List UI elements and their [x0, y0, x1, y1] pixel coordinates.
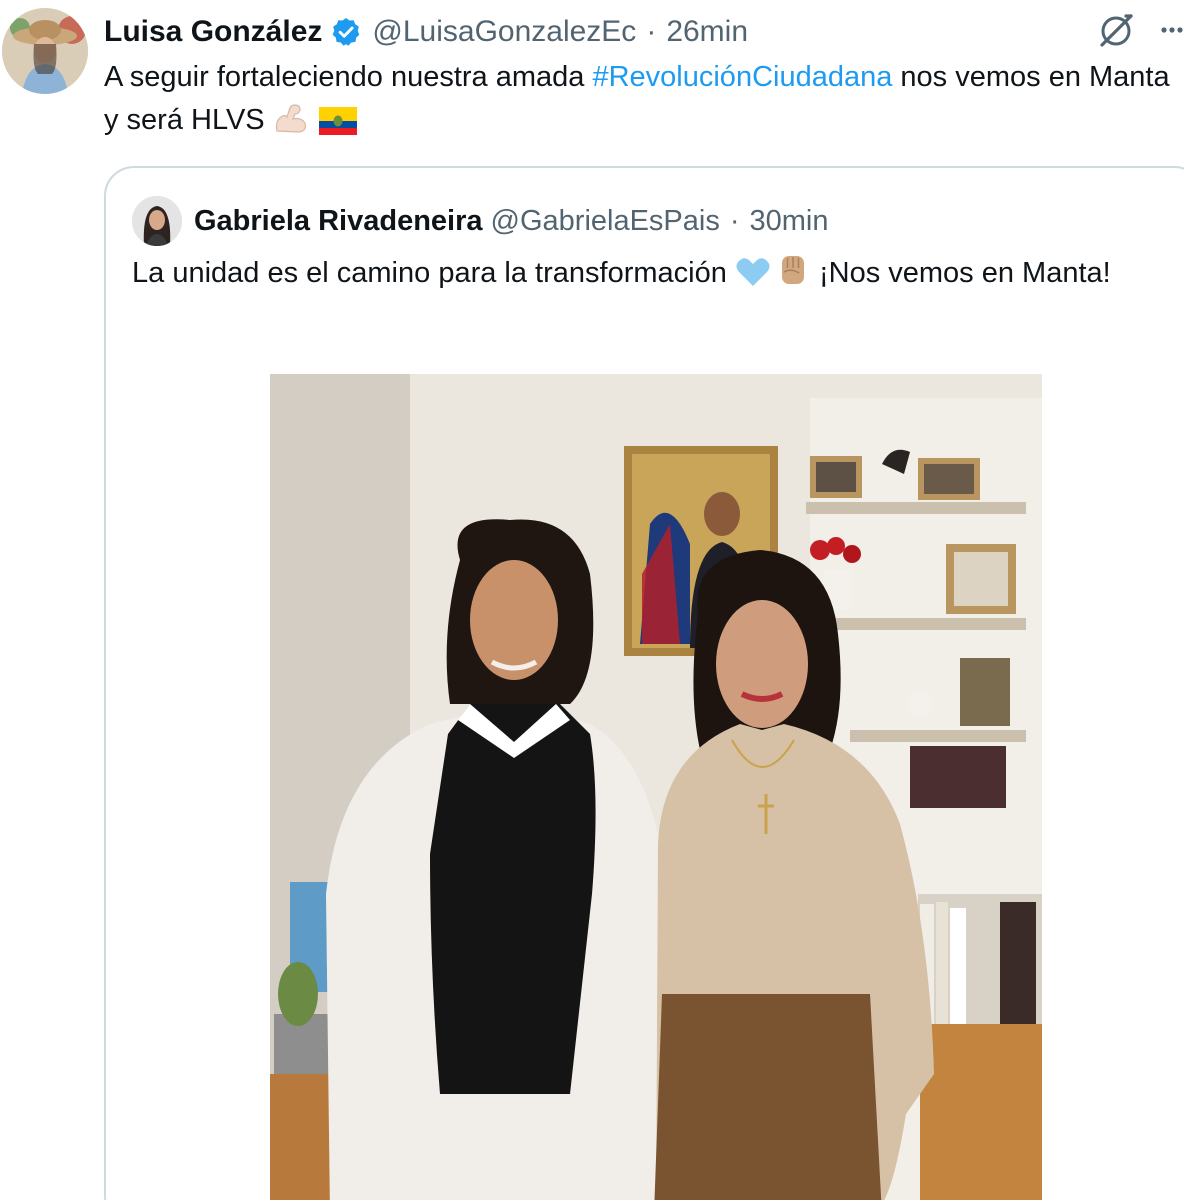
quoted-author-name[interactable]: Gabriela Rivadeneira — [194, 205, 483, 238]
tweet-timestamp[interactable]: 26min — [666, 15, 748, 49]
flexed-biceps-emoji — [273, 101, 309, 148]
quoted-text-part: La unidad es el camino para la transform… — [132, 257, 735, 289]
quoted-tweet-photo[interactable] — [270, 374, 1042, 1200]
tweet[interactable]: Luisa González @LuisaGonzalezEc · 26min — [0, 0, 1184, 1200]
quoted-tweet-timestamp[interactable]: 30min — [750, 205, 829, 238]
tweet-header: Luisa González @LuisaGonzalezEc · 26min — [104, 10, 748, 54]
separator-dot: · — [729, 204, 740, 237]
raised-fist-emoji — [775, 252, 811, 301]
quoted-tweet[interactable]: Gabriela Rivadeneira @GabrielaEsPais · 3… — [104, 166, 1184, 1200]
quoted-author-avatar[interactable] — [132, 196, 182, 246]
ecuador-flag-emoji — [318, 105, 357, 148]
author-name[interactable]: Luisa González — [104, 15, 322, 49]
author-avatar[interactable] — [2, 8, 88, 94]
tweet-text: A seguir fortaleciendo nuestra amada #Re… — [104, 56, 1174, 148]
light-blue-heart-emoji — [735, 256, 771, 301]
more-options-icon[interactable] — [1160, 10, 1184, 55]
grok-icon[interactable] — [1096, 10, 1136, 55]
author-handle[interactable]: @LuisaGonzalezEc — [372, 15, 636, 49]
quoted-author-handle[interactable]: @GabrielaEsPais — [491, 205, 720, 238]
quoted-tweet-header: Gabriela Rivadeneira @GabrielaEsPais · 3… — [132, 196, 829, 246]
verified-badge-icon — [330, 16, 362, 48]
separator-dot: · — [646, 15, 657, 48]
hashtag-link[interactable]: #RevoluciónCiudadana — [592, 61, 892, 93]
quoted-text-part: ¡Nos vemos en Manta! — [810, 257, 1111, 289]
quoted-tweet-text: La unidad es el camino para la transform… — [132, 252, 1152, 301]
tweet-text-part: A seguir fortaleciendo nuestra amada — [104, 61, 593, 93]
tweet-actions-top — [1096, 10, 1184, 55]
